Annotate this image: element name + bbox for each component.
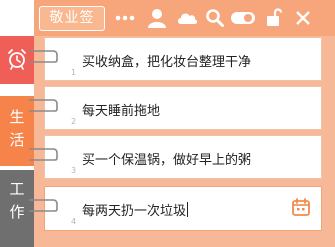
note-number: 1 bbox=[71, 68, 77, 77]
top-toolbar: 敬业签 bbox=[34, 0, 335, 36]
note-item[interactable]: 买收纳盒，把化妆台整理干净 1 bbox=[29, 37, 322, 81]
user-icon[interactable] bbox=[146, 7, 168, 29]
note-number: 4 bbox=[71, 217, 77, 226]
text-caret bbox=[187, 202, 189, 217]
search-icon[interactable] bbox=[204, 7, 226, 29]
note-edit-field[interactable]: 每两天扔一次垃圾 bbox=[82, 200, 189, 219]
note-text[interactable]: 买收纳盒，把化妆台整理干净 bbox=[82, 51, 251, 70]
binder-ring-icon bbox=[29, 199, 58, 212]
note-text[interactable]: 买一个保温锅，做好早上的粥 bbox=[82, 149, 251, 168]
cloud-icon[interactable] bbox=[176, 7, 198, 29]
alarm-clock-icon bbox=[8, 49, 26, 70]
binder-ring-icon bbox=[29, 148, 58, 161]
note-item[interactable]: 买一个保温锅，做好早上的粥 3 bbox=[29, 135, 322, 179]
more-icon[interactable] bbox=[114, 7, 136, 29]
note-list: 买收纳盒，把化妆台整理干净 1 每天睡前拖地 2 买一个保温锅，做好早上的粥 3… bbox=[29, 36, 335, 247]
note-text[interactable]: 每天睡前拖地 bbox=[82, 100, 160, 119]
toggle-icon[interactable] bbox=[230, 7, 256, 29]
sidebar-header bbox=[0, 0, 34, 36]
unlock-icon[interactable] bbox=[264, 7, 286, 29]
note-item-editing[interactable]: 每两天扔一次垃圾 4 bbox=[29, 186, 322, 231]
note-text: 每两天扔一次垃圾 bbox=[82, 204, 187, 219]
binder-ring-icon bbox=[29, 50, 58, 63]
note-number: 3 bbox=[71, 166, 77, 175]
binder-ring-icon bbox=[29, 99, 58, 112]
app-window: 敬业签 生活 工作 买收纳盒，把化妆台整理干净 1 每天睡前拖地 2 买一个保温… bbox=[0, 0, 335, 247]
note-number: 2 bbox=[71, 117, 77, 126]
note-item[interactable]: 每天睡前拖地 2 bbox=[29, 86, 322, 130]
close-icon[interactable] bbox=[292, 7, 314, 29]
brand-logo: 敬业签 bbox=[39, 6, 105, 31]
calendar-icon[interactable] bbox=[291, 197, 311, 217]
